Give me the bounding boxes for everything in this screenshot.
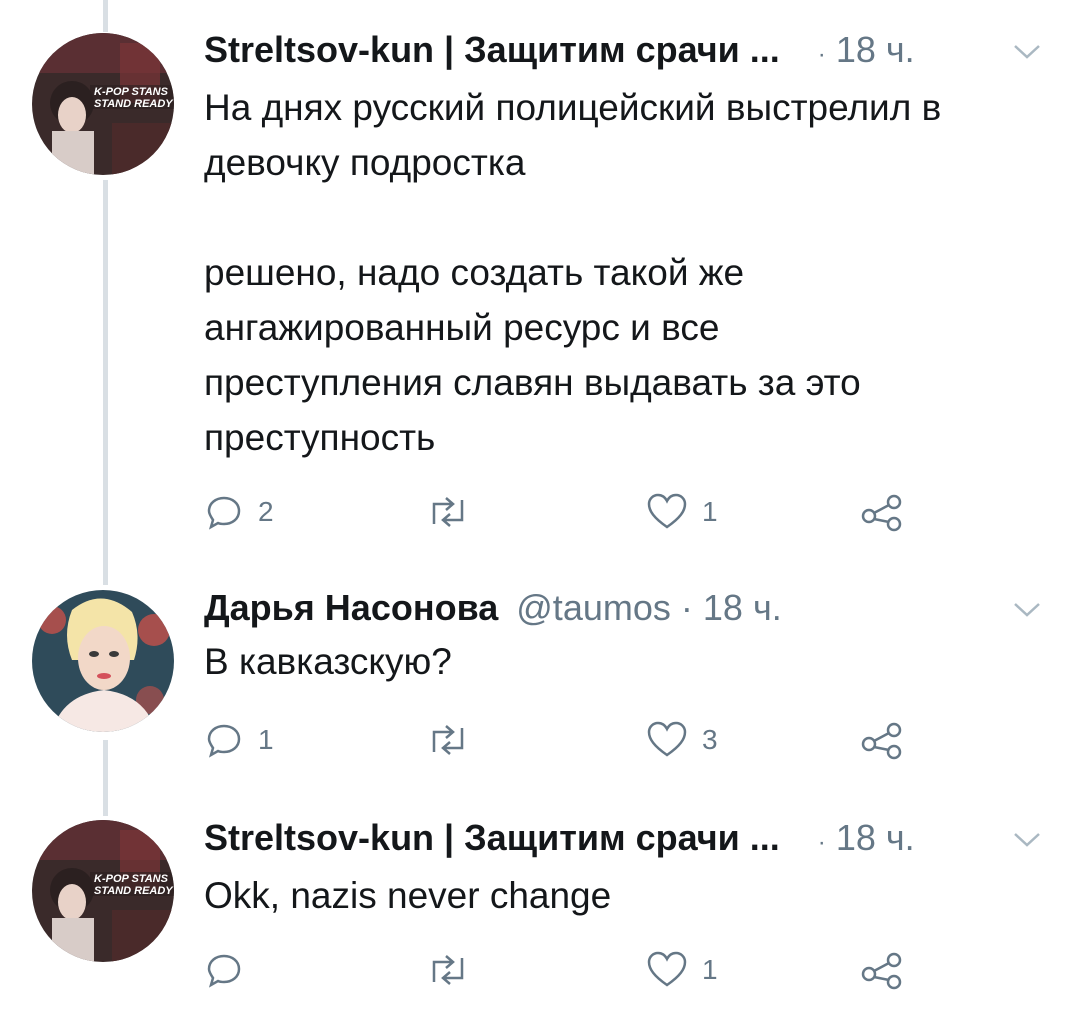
- retweet-icon: [432, 497, 464, 527]
- svg-text:K-POP STANS: K-POP STANS: [94, 873, 169, 885]
- reply-button[interactable]: [204, 950, 258, 990]
- tweet-header: Streltsov-kun | Защитим срачи ... · 18 ч…: [204, 816, 915, 865]
- like-button[interactable]: 1: [646, 950, 718, 990]
- separator-dot: ·: [817, 829, 826, 856]
- tweet-paragraph: решено, надо создать такой же ангажирова…: [204, 252, 861, 458]
- tweet-header: Streltsov-kun | Защитим срачи ... · 18 ч…: [204, 28, 915, 77]
- tweet-text: Okk, nazis never change: [204, 868, 1044, 923]
- retweet-button[interactable]: [424, 492, 486, 532]
- tweet-text: В кавказскую?: [204, 634, 1044, 689]
- like-button[interactable]: 1: [646, 492, 718, 532]
- tweet-text: На днях русский полицейский выстрелил в …: [204, 80, 1044, 465]
- avatar[interactable]: [32, 590, 174, 732]
- reply-icon: [207, 724, 241, 758]
- retweet-button[interactable]: [424, 950, 486, 990]
- tweet-actions: 2 1: [204, 492, 924, 532]
- svg-text:STAND READY: STAND READY: [94, 885, 174, 897]
- author-name[interactable]: Streltsov-kun | Защитим срачи ...: [204, 817, 780, 858]
- share-icon: [861, 494, 902, 532]
- tweet[interactable]: K-POP STANS STAND READY Streltsov-kun | …: [0, 0, 1080, 580]
- share-icon: [861, 952, 902, 990]
- author-name[interactable]: Дарья Насонова: [204, 587, 498, 628]
- like-count: 3: [702, 724, 718, 755]
- svg-text:K-POP STANS: K-POP STANS: [94, 86, 169, 98]
- like-button[interactable]: 3: [646, 720, 718, 760]
- heart-icon: [647, 721, 687, 757]
- heart-icon: [647, 951, 687, 987]
- author-handle[interactable]: @taumos: [516, 587, 671, 628]
- timestamp[interactable]: 18 ч.: [836, 817, 915, 858]
- share-button[interactable]: [860, 950, 904, 990]
- reply-count: 1: [258, 724, 274, 755]
- separator-dot: ·: [817, 41, 826, 68]
- chevron-down-icon[interactable]: [1012, 600, 1042, 620]
- like-count: 1: [702, 954, 718, 985]
- share-icon: [861, 722, 902, 760]
- tweet-header: Дарья Насонова @taumos · 18 ч.: [204, 586, 782, 630]
- retweet-button[interactable]: [424, 720, 486, 760]
- timestamp[interactable]: 18 ч.: [703, 587, 782, 628]
- tweet[interactable]: Дарья Насонова @taumos · 18 ч. В кавказс…: [0, 580, 1080, 780]
- author-name[interactable]: Streltsov-kun | Защитим срачи ...: [204, 29, 780, 70]
- avatar[interactable]: K-POP STANS STAND READY: [32, 33, 174, 175]
- reply-button[interactable]: 1: [204, 720, 274, 760]
- separator-dot: ·: [680, 587, 693, 628]
- retweet-icon: [432, 955, 464, 985]
- reply-button[interactable]: 2: [204, 492, 274, 532]
- tweet-paragraph: В кавказскую?: [204, 641, 452, 682]
- reply-icon: [207, 496, 241, 530]
- svg-text:STAND READY: STAND READY: [94, 98, 174, 110]
- heart-icon: [647, 493, 687, 529]
- share-button[interactable]: [860, 492, 904, 532]
- tweet-paragraph: Okk, nazis never change: [204, 875, 612, 916]
- chevron-down-icon[interactable]: [1012, 42, 1042, 62]
- tweet-actions: 1: [204, 950, 924, 990]
- timestamp[interactable]: 18 ч.: [836, 29, 915, 70]
- chevron-down-icon[interactable]: [1012, 830, 1042, 850]
- retweet-icon: [432, 725, 464, 755]
- reply-count: 2: [258, 496, 274, 527]
- tweet[interactable]: K-POP STANS STAND READY Streltsov-kun | …: [0, 816, 1080, 1014]
- avatar[interactable]: K-POP STANS STAND READY: [32, 820, 174, 962]
- share-button[interactable]: [860, 720, 904, 760]
- reply-icon: [207, 954, 241, 988]
- tweet-actions: 1 3: [204, 720, 924, 760]
- like-count: 1: [702, 496, 718, 527]
- tweet-paragraph: На днях русский полицейский выстрелил в …: [204, 87, 942, 183]
